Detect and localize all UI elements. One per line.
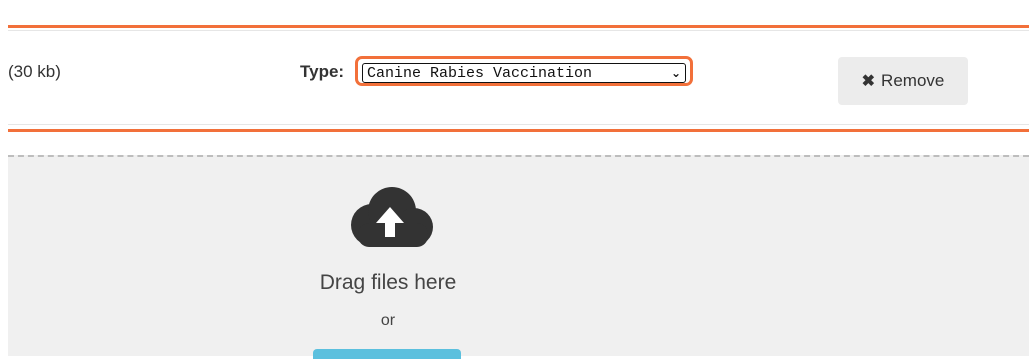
remove-button[interactable]: ✖ Remove [838, 57, 968, 105]
highlight-border-bottom [8, 129, 1029, 132]
row-divider-bottom [8, 124, 1029, 125]
type-select-highlight: Canine Rabies Vaccination ⌄ [355, 56, 693, 86]
type-select[interactable]: Canine Rabies Vaccination ⌄ [362, 63, 686, 83]
row-divider-top [8, 30, 1029, 31]
or-text: or [380, 312, 396, 329]
file-dropzone[interactable]: Drag files here or [8, 155, 1029, 359]
uploaded-file-row: (30 kb) Type: Canine Rabies Vaccination … [8, 32, 1029, 124]
cloud-upload-icon [351, 187, 433, 247]
highlight-border-top [8, 25, 1029, 28]
type-select-value: Canine Rabies Vaccination [367, 64, 593, 82]
chevron-down-icon: ⌄ [670, 66, 681, 80]
remove-button-label: Remove [881, 71, 945, 90]
browse-button[interactable] [313, 349, 461, 359]
file-size: (30 kb) [8, 62, 61, 81]
type-label: Type: [300, 62, 345, 81]
close-icon: ✖ [861, 73, 876, 90]
drag-files-text: Drag files here [319, 271, 457, 294]
